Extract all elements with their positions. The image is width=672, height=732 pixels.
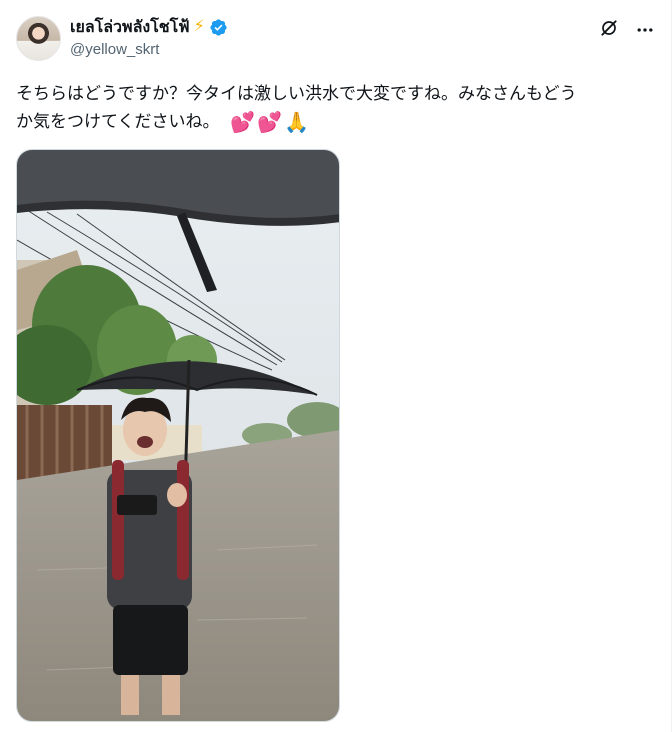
tweet-text-line-2: か気をつけてくださいね。 💕 💕 🙏 <box>16 108 656 136</box>
flood-photo-illustration <box>17 150 339 721</box>
tweet-text: そちらはどうですか？今タイは激しい洪水で大変ですね。みなさんもどう か気をつけて… <box>16 80 656 136</box>
two-hearts-emoji: 💕 <box>230 111 256 134</box>
display-name[interactable]: เยลโล่วพลังโชโฟ้ <box>70 15 190 40</box>
media-photo[interactable] <box>16 149 340 722</box>
verified-badge-icon[interactable] <box>209 18 228 37</box>
display-name-row: เยลโล่วพลังโชโฟ้ ⚡ <box>70 16 228 38</box>
more-icon[interactable] <box>635 20 655 40</box>
tweet-text-line-2-text: か気をつけてくださいね。 <box>16 112 220 131</box>
tweet-header: เยลโล่วพลังโชโฟ้ ⚡ @yellow_skrt <box>16 16 655 64</box>
lightning-bolt-icon: ⚡ <box>193 18 205 35</box>
tweet[interactable]: เยลโล่วพลังโชโฟ้ ⚡ @yellow_skrt そちらはどうです… <box>0 0 672 732</box>
author-names: เยลโล่วพลังโชโฟ้ ⚡ @yellow_skrt <box>70 16 228 58</box>
grok-icon[interactable] <box>599 18 619 38</box>
author-handle[interactable]: @yellow_skrt <box>70 41 228 58</box>
folded-hands-emoji: 🙏 <box>284 111 309 134</box>
two-hearts-emoji: 💕 <box>257 111 283 134</box>
avatar[interactable] <box>16 16 61 61</box>
tweet-text-line-1: そちらはどうですか？今タイは激しい洪水で大変ですね。みなさんもどう <box>16 84 577 103</box>
emoji-group: 💕 💕 🙏 <box>230 113 309 133</box>
